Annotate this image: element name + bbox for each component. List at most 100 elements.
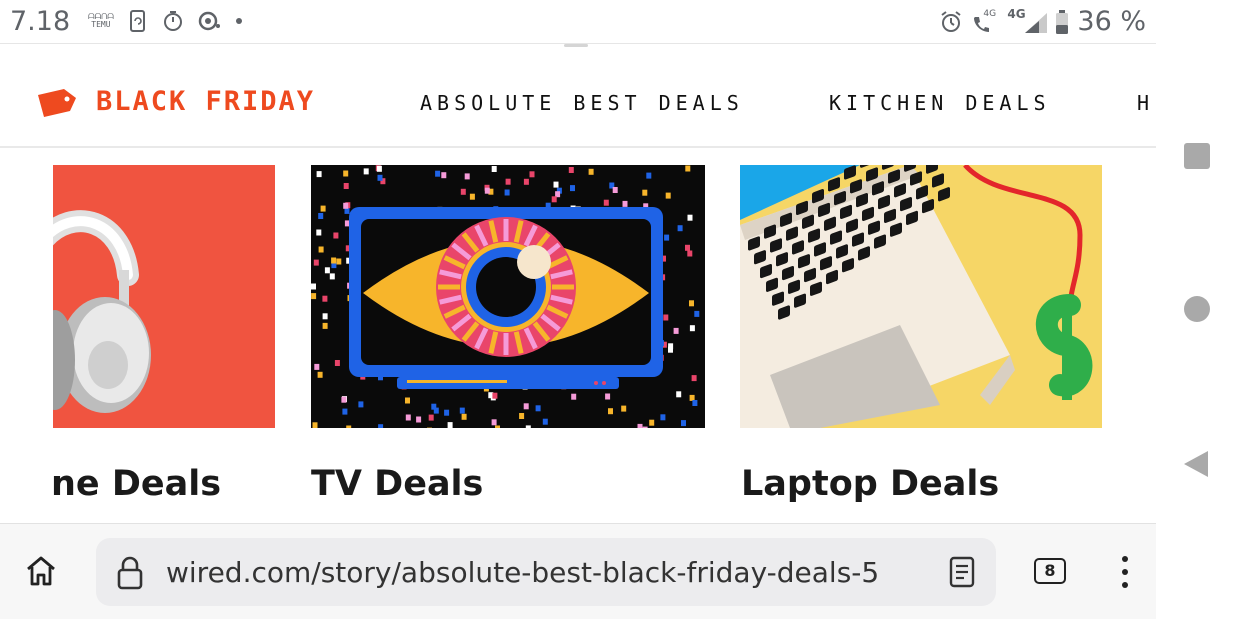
confetti-piece xyxy=(314,363,320,370)
volte-label: 4G xyxy=(983,8,997,19)
confetti-piece xyxy=(681,420,686,427)
url-text[interactable]: wired.com/story/absolute-best-black-frid… xyxy=(166,556,879,589)
home-button[interactable] xyxy=(1184,296,1210,322)
confetti-piece xyxy=(692,400,698,406)
confetti-piece xyxy=(529,171,535,178)
confetti-piece xyxy=(491,166,497,172)
confetti-piece xyxy=(311,293,317,300)
nav-absolute-best-deals[interactable]: ABSOLUTE BEST DEALS xyxy=(420,91,744,115)
confetti-piece xyxy=(469,193,475,200)
headphones-deals-image[interactable] xyxy=(53,165,275,428)
confetti-piece xyxy=(685,244,690,251)
laptop-illustration xyxy=(740,165,1093,428)
status-notification-icons: ᗩᗩᑎᗩ TEMU xyxy=(88,10,242,32)
confetti-piece xyxy=(691,375,697,382)
confetti-piece xyxy=(461,413,467,420)
confetti-piece xyxy=(642,189,648,196)
confetti-piece xyxy=(668,346,673,353)
confetti-piece xyxy=(605,393,611,400)
confetti-piece xyxy=(553,181,559,188)
confetti-piece xyxy=(343,202,349,209)
tv-eye-illustration xyxy=(311,165,700,428)
keyboard-key xyxy=(932,173,944,188)
nav-kitchen-deals[interactable]: KITCHEN DEALS xyxy=(829,91,1051,115)
confetti-piece xyxy=(331,257,337,264)
pull-handle xyxy=(564,44,588,47)
browser-toolbar: wired.com/story/absolute-best-black-frid… xyxy=(0,523,1156,619)
card-title-laptop-deals[interactable]: Laptop Deals xyxy=(741,464,999,504)
black-friday-label: BLACK FRIDAY xyxy=(96,86,316,117)
back-button[interactable] xyxy=(1182,449,1210,479)
confetti-piece xyxy=(317,371,323,378)
keyboard-key xyxy=(860,165,872,168)
confetti-piece xyxy=(377,174,383,181)
confetti-piece xyxy=(535,405,541,412)
address-bar[interactable]: wired.com/story/absolute-best-black-frid… xyxy=(96,538,996,606)
recents-button[interactable] xyxy=(1184,143,1210,169)
confetti-piece xyxy=(464,173,470,180)
confetti-piece xyxy=(444,409,450,416)
confetti-piece xyxy=(649,419,655,426)
confetti-piece xyxy=(484,187,490,194)
confetti-piece xyxy=(311,283,316,290)
confetti-piece xyxy=(660,414,666,421)
battery-icon xyxy=(1056,9,1069,34)
confetti-piece xyxy=(320,205,326,212)
more-notifications-dot xyxy=(235,18,242,24)
card-title-headphone-deals[interactable]: ne Deals xyxy=(51,464,221,504)
reader-mode-icon[interactable] xyxy=(948,556,976,588)
phone-screen: 7.18 ᗩᗩᑎᗩ TEMU 4G 4G 36 % BLACK FRIDAY A… xyxy=(0,0,1156,619)
confetti-piece xyxy=(571,393,577,400)
network-type-label: 4G xyxy=(1007,6,1026,21)
confetti-piece xyxy=(495,425,500,428)
confetti-piece xyxy=(405,397,410,404)
confetti-piece xyxy=(416,416,422,423)
site-header: BLACK FRIDAY ABSOLUTE BEST DEALS KITCHEN… xyxy=(0,43,1156,148)
confetti-piece xyxy=(358,401,364,408)
phone-sync-icon xyxy=(129,10,145,32)
black-friday-link[interactable]: BLACK FRIDAY xyxy=(36,86,315,117)
confetti-piece xyxy=(673,327,679,334)
timer-icon xyxy=(163,11,182,31)
temu-notification-icon: ᗩᗩᑎᗩ TEMU xyxy=(88,13,114,29)
confetti-piece xyxy=(428,414,434,421)
system-navigation-bar xyxy=(1156,0,1238,619)
nav-next-item-truncated[interactable]: H xyxy=(1137,91,1154,115)
confetti-piece xyxy=(663,314,669,321)
laptop-deals-image[interactable] xyxy=(740,165,1102,428)
tabs-icon[interactable]: 8 xyxy=(1034,558,1066,584)
confetti-piece xyxy=(664,234,670,241)
keyboard-key xyxy=(926,165,938,174)
confetti-piece xyxy=(343,170,349,177)
confetti-piece xyxy=(322,295,328,302)
headphones-illustration xyxy=(53,210,151,413)
confetti-piece xyxy=(689,325,695,332)
keyboard-key xyxy=(938,187,950,202)
confetti-piece xyxy=(376,165,382,172)
tv-deals-image[interactable] xyxy=(311,165,705,428)
card-title-tv-deals[interactable]: TV Deals xyxy=(311,464,483,504)
status-system-icons: 4G 4G 36 % xyxy=(939,6,1146,37)
signal-strength-icon xyxy=(1025,12,1048,33)
confetti-piece xyxy=(329,273,335,280)
confetti-piece xyxy=(322,313,328,320)
confetti-piece xyxy=(676,391,682,398)
call-4g-icon: 4G xyxy=(971,9,999,35)
lock-icon[interactable] xyxy=(116,556,144,590)
confetti-piece xyxy=(694,310,700,317)
confetti-piece xyxy=(665,192,671,199)
temu-icon-bottom-text: TEMU xyxy=(91,20,111,29)
more-vert-icon[interactable] xyxy=(1113,554,1137,590)
confetti-piece xyxy=(435,170,441,177)
confetti-piece xyxy=(523,403,529,410)
battery-percent: 36 % xyxy=(1077,6,1146,37)
confetti-piece xyxy=(447,422,453,428)
confetti-piece xyxy=(341,396,347,403)
confetti-piece xyxy=(505,178,511,185)
confetti-piece xyxy=(433,407,439,414)
confetti-piece xyxy=(551,196,557,203)
home-icon[interactable] xyxy=(24,554,58,588)
price-tag-icon xyxy=(38,88,76,117)
confetti-piece xyxy=(542,418,548,425)
confetti-piece xyxy=(608,408,613,415)
